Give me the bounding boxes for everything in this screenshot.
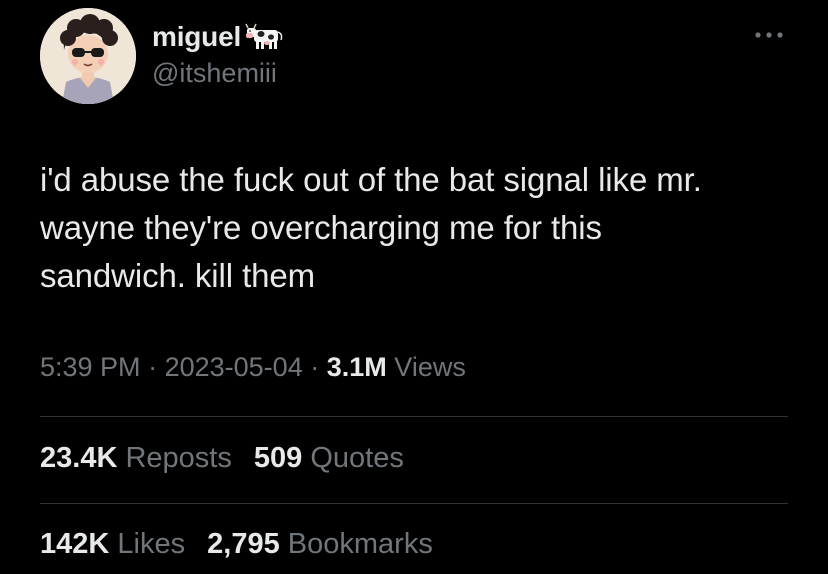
stats-row-likes-bookmarks: 142K Likes 2,795 Bookmarks [40,528,447,561]
user-handle[interactable]: @itshemiii [152,58,285,89]
views-count[interactable]: 3.1M [327,352,387,382]
divider [40,503,788,504]
reposts-label: Reposts [125,442,232,474]
quotes-count: 509 [253,442,303,474]
avatar-image [40,8,136,104]
divider [40,416,788,417]
tweet-text-line: i'd abuse the fuck out of the bat signal… [40,161,702,198]
reposts-stat[interactable]: 23.4K Reposts [40,442,232,475]
more-options-button[interactable] [752,24,786,46]
tweet-date[interactable]: 2023-05-04 [165,352,303,382]
bookmarks-count: 2,795 [207,528,280,560]
reposts-count: 23.4K [40,442,118,474]
views-label: Views [394,352,466,382]
more-horizontal-icon [755,32,783,38]
tweet-text-line: wayne they're overcharging me for this [40,209,602,246]
avatar[interactable] [40,8,136,104]
stats-row-reposts-quotes: 23.4K Reposts 509 Quotes [40,442,418,475]
likes-label: Likes [117,528,186,560]
bookmarks-stat[interactable]: 2,795 Bookmarks [207,528,433,561]
user-info: miguel @itshemiii [152,20,285,89]
tweet-text: i'd abuse the fuck out of the bat signal… [40,156,800,300]
bookmarks-label: Bookmarks [287,528,433,560]
display-name[interactable]: miguel [152,21,241,53]
display-name-row: miguel [152,20,285,54]
tweet-text-line: sandwich. kill them [40,257,316,294]
meta-separator: · [310,352,320,382]
quotes-stat[interactable]: 509 Quotes [254,442,404,475]
likes-count: 142K [40,528,110,560]
cow-icon [245,22,285,52]
tweet-time[interactable]: 5:39 PM [40,352,141,382]
tweet-card: miguel @itshemiii i'd abuse the fuck out… [0,0,828,574]
tweet-meta: 5:39 PM · 2023-05-04 · 3.1M Views [40,352,466,383]
meta-separator: · [148,352,158,382]
quotes-label: Quotes [310,442,404,474]
likes-stat[interactable]: 142K Likes [40,528,185,561]
